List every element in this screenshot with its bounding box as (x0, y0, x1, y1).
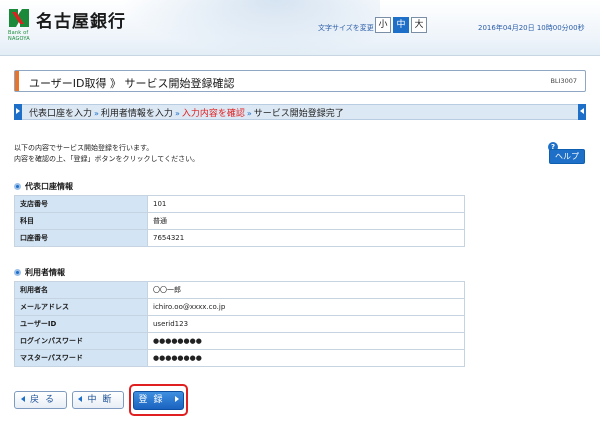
caret-right-icon (16, 108, 20, 114)
font-size-small-button[interactable]: 小 (375, 17, 391, 33)
font-size-medium-button[interactable]: 中 (393, 17, 409, 33)
login-password-value: ●●●●●●●● (147, 332, 465, 350)
arrow-left-icon (20, 396, 25, 402)
font-size-large-button[interactable]: 大 (411, 17, 427, 33)
help-widget[interactable]: ? ヘルプ (548, 142, 585, 164)
progress-steps: 代表口座を入力» 利用者情報を入力» 入力内容を確認» サービス開始登録完了 (14, 104, 586, 120)
back-button[interactable]: 戻る (14, 391, 67, 409)
step-2: 利用者情報を入力 (100, 109, 173, 119)
user-section-heading: 利用者情報 (14, 267, 65, 278)
user-name-value: 〇〇一郎 (147, 281, 465, 299)
bullet-icon (14, 269, 21, 276)
account-number-label: 口座番号 (14, 229, 148, 247)
page-title-bar: ユーザーID取得 》 サービス開始登録確認 BLI3007 (14, 70, 586, 92)
table-row: 科目 普通 (14, 212, 465, 230)
intro-text: 以下の内容でサービス開始登録を行います。 内容を確認の上、「登録」ボタンをクリッ… (14, 143, 199, 165)
account-info-table: 支店番号 101 科目 普通 口座番号 7654321 (14, 195, 465, 247)
table-row: メールアドレス ichiro.oo@xxxx.co.jp (14, 298, 465, 316)
account-number-value: 7654321 (147, 229, 465, 247)
help-button[interactable]: ヘルプ (549, 149, 585, 164)
login-password-label: ログインパスワード (14, 332, 148, 350)
table-row: ログインパスワード ●●●●●●●● (14, 332, 465, 350)
step-1: 代表口座を入力 (29, 109, 93, 119)
logo-subtext: Bank of NAGOYA (8, 30, 30, 42)
steps-left-cap (14, 104, 22, 120)
account-section-title: 代表口座情報 (25, 182, 73, 191)
login-datetime: 2016年04月20日 10時00分00秒 (478, 24, 585, 32)
account-section-heading: 代表口座情報 (14, 181, 73, 192)
intro-line-2: 内容を確認の上、「登録」ボタンをクリックしてください。 (14, 155, 200, 163)
caret-left-icon (580, 108, 584, 114)
step-3-current: 入力内容を確認 (181, 109, 245, 119)
steps-right-cap (578, 104, 586, 120)
branch-number-value: 101 (147, 195, 465, 213)
account-type-label: 科目 (14, 212, 148, 230)
steps-row: 代表口座を入力» 利用者情報を入力» 入力内容を確認» サービス開始登録完了 (29, 106, 344, 119)
screen-code: BLI3007 (550, 77, 577, 85)
suspend-button-label: 中断 (87, 395, 118, 405)
step-4: サービス開始登録完了 (253, 109, 344, 119)
font-size-label: 文字サイズを変更 (318, 24, 374, 32)
account-type-value: 普通 (147, 212, 465, 230)
title-accent (15, 71, 19, 91)
back-button-label: 戻る (29, 395, 60, 405)
table-row: ユーザーID userid123 (14, 315, 465, 333)
table-row: 口座番号 7654321 (14, 229, 465, 247)
user-id-label: ユーザーID (14, 315, 148, 333)
step-separator: » (174, 109, 180, 118)
register-button[interactable]: 登録 (133, 391, 184, 410)
logo-subtext-line2: NAGOYA (8, 36, 30, 42)
register-button-label: 登録 (138, 395, 169, 405)
arrow-left-icon (78, 396, 83, 402)
bullet-icon (14, 183, 21, 190)
arrow-right-icon (174, 396, 179, 402)
step-separator: » (94, 109, 99, 118)
user-id-value: userid123 (147, 315, 465, 333)
branch-number-label: 支店番号 (14, 195, 148, 213)
table-row: 支店番号 101 (14, 195, 465, 213)
master-password-label: マスターパスワード (14, 349, 148, 367)
user-section-title: 利用者情報 (25, 268, 65, 277)
user-info-table: 利用者名 〇〇一郎 メールアドレス ichiro.oo@xxxx.co.jp ユ… (14, 281, 465, 367)
email-value: ichiro.oo@xxxx.co.jp (147, 298, 465, 316)
step-separator: » (246, 109, 252, 118)
intro-line-1: 以下の内容でサービス開始登録を行います。 (14, 144, 154, 152)
table-row: マスターパスワード ●●●●●●●● (14, 349, 465, 367)
master-password-value: ●●●●●●●● (147, 349, 465, 367)
bank-name: 名古屋銀行 (36, 12, 126, 32)
bank-logo-icon (9, 9, 29, 27)
suspend-button[interactable]: 中断 (72, 391, 124, 409)
email-label: メールアドレス (14, 298, 148, 316)
header: Bank of NAGOYA 名古屋銀行 文字サイズを変更 小 中 大 2016… (0, 0, 600, 56)
table-row: 利用者名 〇〇一郎 (14, 281, 465, 299)
user-name-label: 利用者名 (14, 281, 148, 299)
page-title: ユーザーID取得 》 サービス開始登録確認 (29, 77, 235, 90)
